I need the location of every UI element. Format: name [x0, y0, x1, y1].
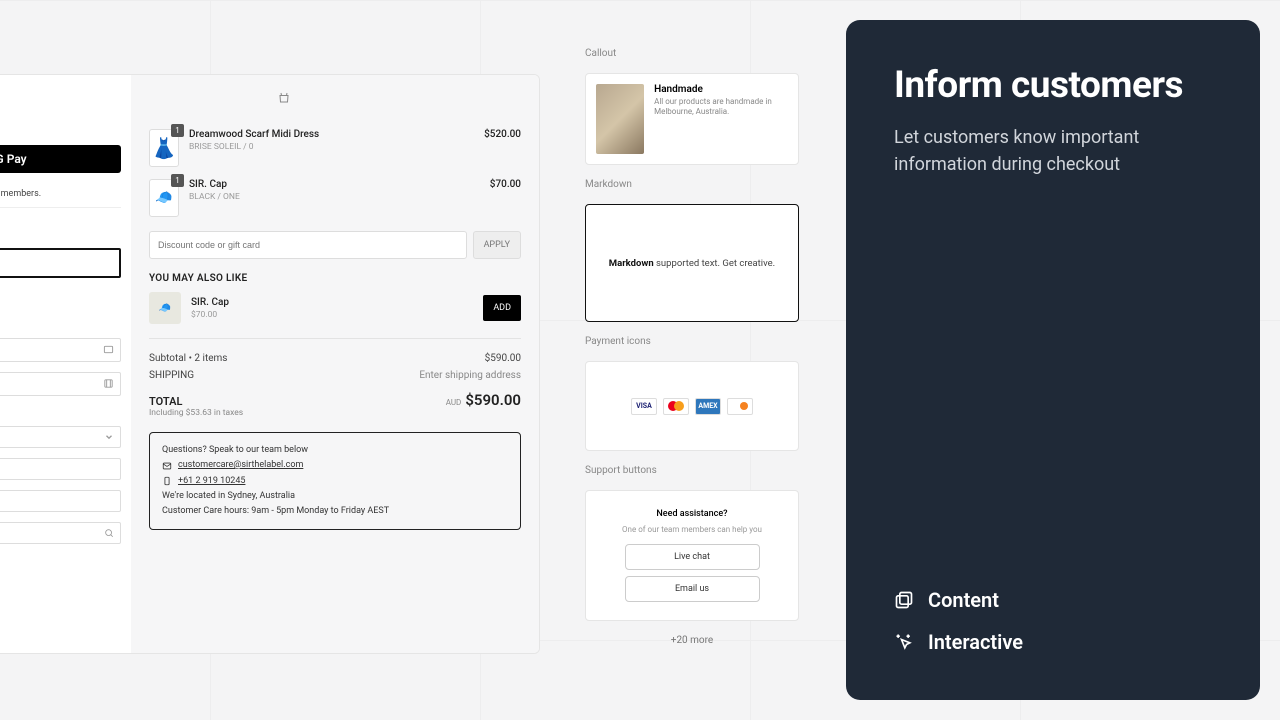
- upsell-thumb: 🧢: [149, 292, 181, 324]
- payments-label: Payment icons: [585, 336, 799, 347]
- phone-icon: [162, 476, 172, 486]
- checkout-form-column: GG Pay Enjoy benefits and rewards member…: [0, 75, 131, 653]
- gpay-button[interactable]: GG Pay: [0, 145, 121, 173]
- upsell-price: $70.00: [191, 310, 473, 320]
- mastercard-icon: [663, 398, 689, 415]
- upsell-title: YOU MAY ALSO LIKE: [149, 273, 521, 284]
- product-thumb: 🧢 1: [149, 179, 179, 217]
- content-item: Content: [894, 588, 1212, 612]
- add-button[interactable]: ADD: [483, 295, 521, 321]
- callout-title: Handmade: [654, 84, 788, 95]
- form-field[interactable]: [0, 248, 121, 278]
- form-field-search[interactable]: [0, 522, 121, 544]
- support-phone[interactable]: +61 2 919 10245: [178, 474, 245, 489]
- amex-icon: AMEX: [695, 398, 721, 415]
- upsell-item: 🧢 SIR. Cap $70.00 ADD: [149, 292, 521, 339]
- line-item: 👗 1 Dreamwood Scarf Midi Dress BRISE SOL…: [149, 129, 521, 167]
- total-row: TOTAL Including $53.63 in taxes AUD$590.…: [149, 391, 521, 418]
- form-field-icon[interactable]: [0, 338, 121, 362]
- product-thumb: 👗 1: [149, 129, 179, 167]
- live-chat-button[interactable]: Live chat: [625, 544, 760, 570]
- apply-button[interactable]: APPLY: [473, 231, 521, 259]
- qty-badge: 1: [171, 174, 184, 187]
- checkout-preview: GG Pay Enjoy benefits and rewards member…: [0, 74, 540, 654]
- support-box: Questions? Speak to our team below custo…: [149, 432, 521, 530]
- product-name: Dreamwood Scarf Midi Dress: [189, 129, 474, 140]
- content-icon: [894, 590, 914, 610]
- discover-icon: [727, 398, 753, 415]
- product-name: SIR. Cap: [189, 179, 480, 190]
- callout-label: Callout: [585, 48, 799, 59]
- interactive-item: Interactive: [894, 630, 1212, 654]
- markdown-card[interactable]: Markdown supported text. Get creative.: [585, 204, 799, 322]
- support-buttons-label: Support buttons: [585, 465, 799, 476]
- support-intro: Questions? Speak to our team below: [162, 443, 508, 458]
- email-icon: [162, 461, 172, 471]
- form-field-icon[interactable]: [0, 372, 121, 396]
- discount-input[interactable]: [149, 231, 467, 259]
- email-us-button[interactable]: Email us: [625, 576, 760, 602]
- callout-image: [596, 84, 644, 154]
- panel-title: Inform customers: [894, 66, 1212, 106]
- support-hours: Customer Care hours: 9am - 5pm Monday to…: [162, 504, 508, 519]
- callout-text: All our products are handmade in Melbour…: [654, 97, 788, 118]
- panel-subtitle: Let customers know important information…: [894, 124, 1212, 178]
- upsell-name: SIR. Cap: [191, 297, 473, 308]
- support-email[interactable]: customercare@sirthelabel.com: [178, 458, 303, 473]
- callout-card[interactable]: Handmade All our products are handmade i…: [585, 73, 799, 165]
- visa-icon: VISA: [631, 398, 657, 415]
- form-dropdown[interactable]: [0, 426, 121, 448]
- product-variant: BRISE SOLEIL / 0: [189, 142, 474, 152]
- order-summary-column: 👗 1 Dreamwood Scarf Midi Dress BRISE SOL…: [131, 75, 539, 653]
- form-field-small[interactable]: [0, 458, 121, 480]
- dark-panel: Inform customers Let customers know impo…: [846, 20, 1260, 700]
- gpay-label: G Pay: [0, 152, 27, 166]
- form-field-small[interactable]: [0, 490, 121, 512]
- subtotal-row: Subtotal • 2 items $590.00: [149, 353, 521, 364]
- markdown-label: Markdown: [585, 179, 799, 190]
- interactive-icon: [894, 632, 914, 652]
- product-price: $520.00: [484, 129, 521, 140]
- payment-icons-card[interactable]: VISA AMEX: [585, 361, 799, 451]
- support-card: Need assistance? One of our team members…: [585, 490, 799, 621]
- component-cards-column: Callout Handmade All our products are ha…: [585, 48, 799, 646]
- support-card-sub: One of our team members can help you: [622, 525, 762, 534]
- support-location: We're located in Sydney, Australia: [162, 489, 508, 504]
- benefits-text: Enjoy benefits and rewards members.: [0, 183, 121, 208]
- line-item: 🧢 1 SIR. Cap BLACK / ONE $70.00: [149, 179, 521, 217]
- qty-badge: 1: [171, 124, 184, 137]
- shipping-row: SHIPPING Enter shipping address: [149, 370, 521, 381]
- bag-icon: [278, 89, 290, 108]
- product-price: $70.00: [490, 179, 521, 190]
- more-label: +20 more: [585, 635, 799, 646]
- product-variant: BLACK / ONE: [189, 192, 480, 202]
- support-card-title: Need assistance?: [656, 509, 727, 519]
